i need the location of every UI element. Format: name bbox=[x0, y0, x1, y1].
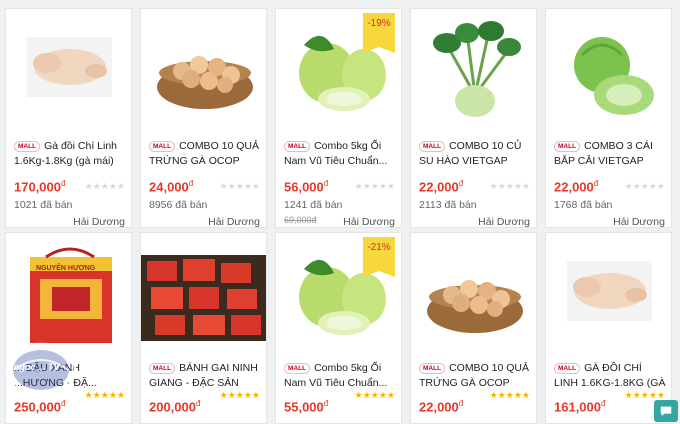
product-image-mung-bean-cake-box[interactable] bbox=[12, 239, 127, 351]
product-card[interactable]: -21% MALL Combo 5kg Ổi Nam Vũ Tiêu Chuẩn.… bbox=[275, 232, 402, 424]
product-title[interactable]: MALLGÀ ĐỒI CHÍ LINH 1.6KG-1.8KG (GÀ MÁI)… bbox=[554, 361, 666, 391]
rating-stars: ★★★★★ bbox=[84, 390, 125, 400]
chat-icon[interactable] bbox=[654, 400, 678, 422]
product-card[interactable]: MALLCOMBO 10 CỦ SU HÀO VIETGAP HẢI... 22… bbox=[410, 8, 537, 228]
mall-badge: MALL bbox=[284, 140, 311, 152]
product-price: 161,000đ bbox=[554, 399, 606, 415]
product-card[interactable]: MALLCOMBO 10 QUẢ TRỨNG GÀ OCOP CẨM... ★★… bbox=[410, 232, 537, 424]
product-price: 22,000đ bbox=[554, 179, 599, 195]
product-card[interactable]: MALLBÁNH GAI NINH GIANG - ĐẶC SẢN HẢI...… bbox=[140, 232, 267, 424]
product-image-banh-gai[interactable] bbox=[141, 255, 266, 341]
sold-count: 8956 đã bán bbox=[149, 199, 208, 211]
mall-badge: MALL bbox=[554, 362, 581, 374]
sold-count: 2113 đã bán bbox=[419, 199, 477, 211]
mall-badge: MALL bbox=[149, 140, 176, 152]
product-title[interactable]: MALLCOMBO 10 QUẢ TRỨNG GÀ OCOP CẨM... bbox=[419, 361, 531, 391]
product-price: 200,000đ bbox=[149, 399, 201, 415]
product-title[interactable]: MALL Combo 5kg Ổi Nam Vũ Tiêu Chuẩn... bbox=[284, 139, 396, 169]
product-title[interactable]: MALLCOMBO 3 CÁI BẮP CẢI VIETGAP HẢI... bbox=[554, 139, 666, 169]
product-price: 24,000đ bbox=[149, 179, 194, 195]
rating-stars: ★★★★★ bbox=[354, 390, 395, 400]
package-brand: NGUYÊN HƯƠNG bbox=[36, 265, 96, 272]
product-title[interactable]: MALLCOMBO 10 CỦ SU HÀO VIETGAP HẢI... bbox=[419, 139, 531, 169]
product-title[interactable]: MALL Combo 5kg Ổi Nam Vũ Tiêu Chuẩn... bbox=[284, 361, 396, 391]
sold-count: 1241 đã bán bbox=[284, 199, 343, 211]
product-price: 250,000đ bbox=[14, 399, 66, 415]
product-card[interactable]: MALLGÀ ĐỒI CHÍ LINH 1.6KG-1.8KG (GÀ MÁI)… bbox=[545, 232, 672, 424]
sold-count: 1021 đã bán bbox=[14, 199, 73, 211]
product-card[interactable]: -19% MALL Combo 5kg Ổi Nam Vũ Tiêu Chuẩn.… bbox=[275, 8, 402, 228]
product-image-cabbage[interactable] bbox=[552, 15, 667, 127]
location: Hải Dương bbox=[613, 216, 665, 228]
location: Hải Dương bbox=[343, 216, 395, 228]
discount-badge: -21% bbox=[363, 237, 395, 277]
mall-badge: MALL bbox=[554, 140, 581, 152]
product-grid: MALL Gà đồi Chí Linh 1.6Kg-1.8Kg (gà mái)… bbox=[0, 0, 680, 424]
product-card[interactable]: MALLCOMBO 10 QUẢ TRỨNG GÀ OCOP CẨM... 24… bbox=[140, 8, 267, 228]
mall-badge: MALL bbox=[14, 140, 41, 152]
product-price: 22,000đ bbox=[419, 179, 464, 195]
original-price: 69,000đ bbox=[284, 215, 317, 225]
mall-badge: MALL bbox=[419, 362, 446, 374]
mall-badge: MALL bbox=[284, 362, 311, 374]
product-image-egg-basket[interactable] bbox=[417, 239, 532, 351]
channel-logo: ngoc ... TV bbox=[4, 340, 78, 400]
rating-stars: ★★★★★ bbox=[84, 181, 125, 191]
product-image-egg-basket[interactable] bbox=[147, 15, 262, 127]
mall-badge: MALL bbox=[149, 362, 176, 374]
product-image-raw-chicken[interactable] bbox=[552, 239, 667, 351]
product-title[interactable]: MALL Gà đồi Chí Linh 1.6Kg-1.8Kg (gà mái)… bbox=[14, 139, 126, 169]
rating-stars: ★★★★★ bbox=[489, 390, 530, 400]
product-title[interactable]: MALLBÁNH GAI NINH GIANG - ĐẶC SẢN HẢI... bbox=[149, 361, 261, 391]
product-image-kohlrabi[interactable] bbox=[417, 15, 532, 127]
product-price: 22,000đ bbox=[419, 399, 464, 415]
rating-stars: ★★★★★ bbox=[489, 181, 530, 191]
rating-stars: ★★★★★ bbox=[624, 181, 665, 191]
product-price: 170,000đ bbox=[14, 179, 66, 195]
sold-count: 1768 đã bán bbox=[554, 199, 613, 211]
mall-badge: MALL bbox=[419, 140, 446, 152]
product-card[interactable]: MALL Gà đồi Chí Linh 1.6Kg-1.8Kg (gà mái)… bbox=[5, 8, 132, 228]
location: Hải Dương bbox=[208, 216, 260, 228]
discount-badge: -19% bbox=[363, 13, 395, 53]
rating-stars: ★★★★★ bbox=[354, 181, 395, 191]
product-card[interactable]: MALLCOMBO 3 CÁI BẮP CẢI VIETGAP HẢI... 2… bbox=[545, 8, 672, 228]
product-image-raw-chicken[interactable] bbox=[12, 15, 127, 127]
location: Hải Dương bbox=[478, 216, 530, 228]
product-price: 55,000đ bbox=[284, 399, 329, 415]
location: Hải Dương bbox=[73, 216, 125, 228]
product-price: 56,000đ bbox=[284, 179, 329, 195]
rating-stars: ★★★★★ bbox=[219, 390, 260, 400]
rating-stars: ★★★★★ bbox=[219, 181, 260, 191]
channel-logo-text: ngoc ... TV bbox=[14, 362, 60, 372]
product-title[interactable]: MALLCOMBO 10 QUẢ TRỨNG GÀ OCOP CẨM... bbox=[149, 139, 261, 169]
